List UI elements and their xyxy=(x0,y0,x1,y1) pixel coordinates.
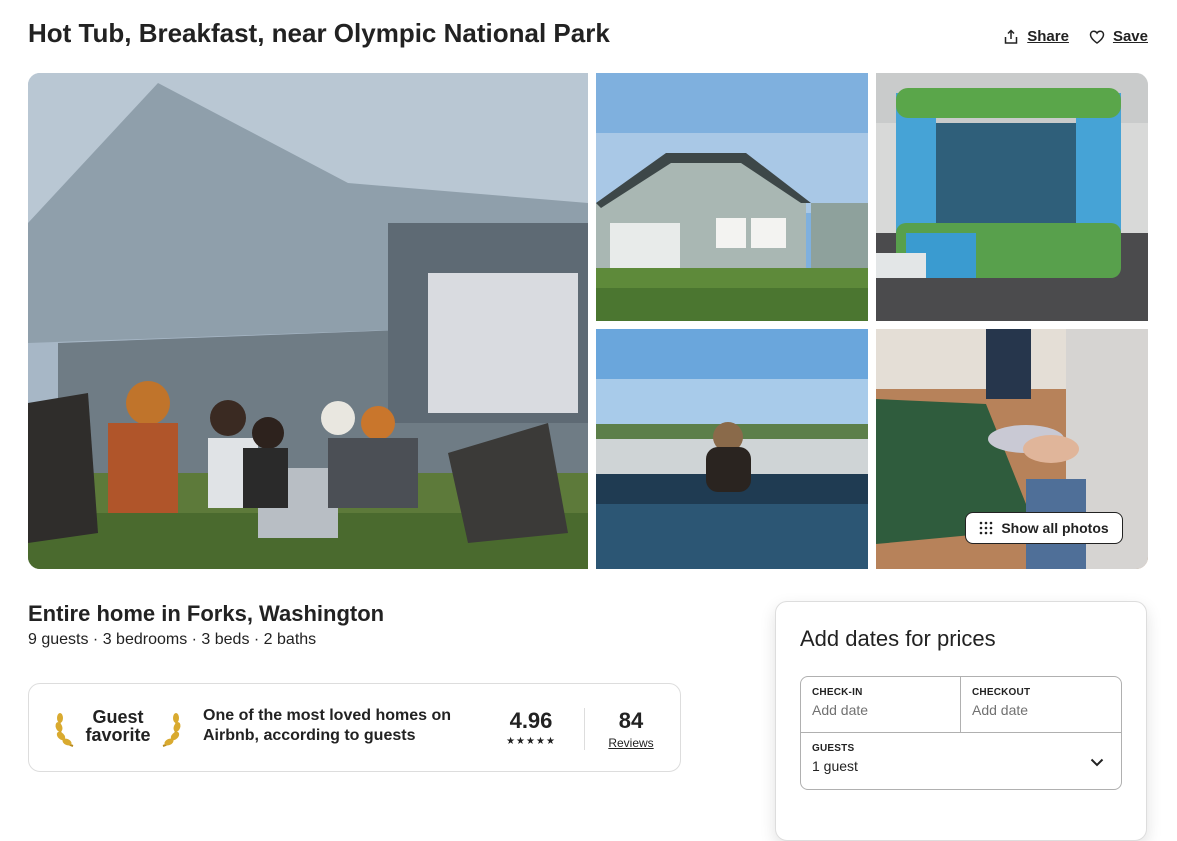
checkout-field[interactable]: CHECKOUT Add date xyxy=(961,677,1121,733)
guest-favorite-label: Guest favorite xyxy=(79,708,157,744)
checkin-value: Add date xyxy=(812,702,869,718)
guests-value: 1 guest xyxy=(812,758,858,774)
home-facts: 9 guests · 3 bedrooms · 3 beds · 2 baths xyxy=(28,631,317,648)
guest-favorite-line2: favorite xyxy=(85,725,151,745)
grid-icon xyxy=(980,521,993,535)
checkout-label: CHECKOUT xyxy=(972,687,1031,698)
guest-favorite-line1: Guest xyxy=(92,707,144,727)
booking-widget: Add dates for prices CHECK-IN Add date C… xyxy=(775,601,1147,841)
guests-field[interactable]: GUESTS 1 guest xyxy=(801,733,1121,789)
rating-block: 4.96 ★★★★★ xyxy=(499,708,563,747)
heart-icon xyxy=(1089,29,1105,44)
photo-house-exterior[interactable] xyxy=(596,73,868,321)
share-label: Share xyxy=(1027,28,1069,45)
laurel-icon xyxy=(162,713,181,747)
photo-main-campfire[interactable] xyxy=(28,73,588,569)
guest-favorite-card: Guest favorite One of the most loved hom… xyxy=(28,683,681,772)
photo-hottub-image xyxy=(596,329,868,569)
guests-label: GUESTS xyxy=(812,743,855,754)
reviews-block[interactable]: 84 Reviews xyxy=(601,708,661,750)
rating-value: 4.96 xyxy=(509,708,553,733)
divider xyxy=(584,708,585,750)
save-label: Save xyxy=(1112,28,1148,45)
guest-favorite-description: One of the most loved homes on Airbnb, a… xyxy=(203,707,452,744)
photo-house-image xyxy=(596,73,868,321)
guest-favorite-badge: Guest favorite xyxy=(53,702,183,754)
chevron-down-icon xyxy=(1090,758,1104,767)
star-rating-icons: ★★★★★ xyxy=(506,736,556,747)
reviews-link[interactable]: Reviews xyxy=(601,736,661,750)
photo-main-image xyxy=(28,73,588,569)
checkin-label: CHECK-IN xyxy=(812,687,863,698)
listing-title: Hot Tub, Breakfast, near Olympic Nationa… xyxy=(28,18,610,48)
photo-bounce-image xyxy=(876,73,1148,321)
show-all-photos-button[interactable]: Show all photos xyxy=(965,512,1123,544)
booking-title: Add dates for prices xyxy=(800,626,996,651)
home-type-heading: Entire home in Forks, Washington xyxy=(28,601,385,626)
share-button[interactable]: Share xyxy=(1003,28,1069,45)
share-icon xyxy=(1005,28,1018,44)
header-actions: Share Save xyxy=(1003,28,1148,45)
checkout-value: Add date xyxy=(972,702,1029,718)
photo-hot-tub[interactable] xyxy=(596,329,868,569)
checkin-field[interactable]: CHECK-IN Add date xyxy=(801,677,961,733)
save-button[interactable]: Save xyxy=(1089,28,1148,45)
laurel-icon xyxy=(55,713,74,747)
date-guest-selector: CHECK-IN Add date CHECKOUT Add date GUES… xyxy=(800,676,1122,790)
show-all-photos-label: Show all photos xyxy=(1001,520,1109,536)
reviews-count: 84 xyxy=(618,708,644,733)
photo-bounce-house[interactable] xyxy=(876,73,1148,321)
